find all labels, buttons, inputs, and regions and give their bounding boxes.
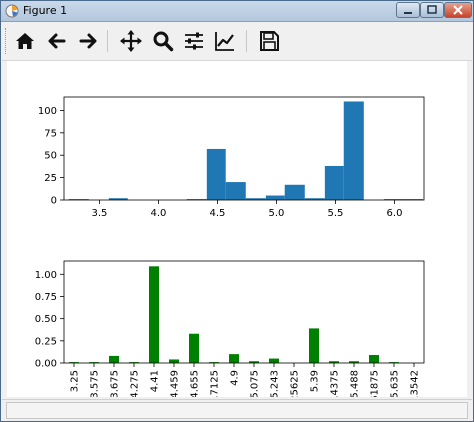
x-tick-label: 25625 (290, 370, 301, 397)
toolbar-grip (5, 28, 9, 54)
edit-axis-icon[interactable] (213, 29, 237, 53)
y-tick-label: 75 (44, 128, 57, 139)
x-tick-label: 6.4375 (330, 370, 341, 397)
x-tick-label: 5.075 (250, 370, 261, 397)
x-tick-label: 5.243 (270, 370, 281, 397)
bar (269, 358, 279, 363)
x-tick-label: 5.39 (310, 370, 321, 392)
forward-arrow-icon[interactable] (76, 29, 100, 53)
figure-plots: 3.5 4.0 4.5 5.0 5.5 6.0 0 25 50 75 100 0.00 0.25 0.50… (35, 96, 425, 405)
home-icon[interactable] (13, 29, 37, 53)
close-icon (453, 5, 463, 15)
x-tick-label: 5.488 (350, 370, 361, 397)
histogram-bar (284, 184, 305, 200)
bar-chart-axes: 0.00 0.25 0.50 0.75 1.00 3.25 3.575 3.675 4.275 4… (35, 260, 425, 405)
y-tick-label: 0.25 (35, 336, 57, 347)
figure-window: Figure 1 3.5 4.0 4.5 5.0 5.5 6.0 0 25 50… (0, 0, 474, 422)
histogram-bar (324, 165, 344, 200)
y-tick-label: 100 (38, 106, 57, 117)
bar (309, 328, 319, 363)
y-tick-label: 0.50 (35, 314, 57, 325)
x-tick-label: 3.575 (90, 370, 101, 397)
status-bar (2, 399, 472, 421)
back-arrow-icon[interactable] (45, 29, 69, 53)
bar (149, 266, 159, 363)
x-tick-label: 4.5 (209, 208, 225, 219)
toolbar-separator (107, 30, 108, 52)
window-title: Figure 1 (23, 4, 68, 17)
x-tick-label: 3.25 (70, 370, 81, 392)
maximize-icon (427, 5, 437, 14)
y-tick-label: 0.75 (35, 292, 57, 303)
zoom-icon[interactable] (151, 29, 175, 53)
x-tick-label: 5.0 (269, 208, 285, 219)
minimize-icon (404, 12, 412, 14)
y-tick-label: 0 (51, 196, 57, 207)
save-icon[interactable] (257, 29, 281, 53)
x-tick-label: 4.9 (230, 370, 241, 386)
bar (229, 354, 239, 363)
x-tick-label: 4.655 (190, 370, 201, 397)
title-bar[interactable]: Figure 1 (1, 1, 473, 22)
x-tick-label: 4.275 (130, 370, 141, 397)
toolbar (2, 22, 472, 61)
minimize-button[interactable] (396, 2, 420, 18)
histogram-bar (265, 195, 285, 200)
maximize-button[interactable] (420, 2, 444, 18)
x-tick-label: 4.41 (150, 370, 161, 392)
bar (189, 333, 199, 363)
histogram-axes: 3.5 4.0 4.5 5.0 5.5 6.0 0 25 50 75 100 (38, 96, 425, 219)
status-message-field (6, 402, 468, 419)
bar (109, 355, 119, 363)
x-tick-label: 13542 (410, 370, 421, 397)
y-tick-label: 0.00 (35, 359, 57, 370)
subplots-config-icon[interactable] (182, 29, 206, 53)
bar (369, 355, 379, 363)
histogram-bar (225, 182, 246, 200)
x-tick-label: 61875 (370, 370, 381, 397)
x-tick-label: 3.675 (110, 370, 121, 397)
x-tick-label: 3.5 (91, 208, 107, 219)
x-tick-label: 5.5 (328, 208, 344, 219)
pan-icon[interactable] (119, 29, 143, 53)
app-icon (5, 4, 19, 18)
x-tick-label: 5.635 (390, 370, 401, 397)
y-tick-label: 25 (44, 173, 57, 184)
x-tick-label: 6.0 (387, 208, 403, 219)
bar-chart-axes-frame (63, 260, 425, 364)
toolbar-separator (246, 30, 247, 52)
bar (169, 359, 179, 363)
histogram-bar (343, 101, 364, 200)
x-tick-label: 4.7125 (210, 370, 221, 397)
close-button[interactable] (444, 2, 472, 18)
x-tick-label: 4.459 (170, 370, 181, 397)
x-tick-label: 4.0 (150, 208, 166, 219)
figure-canvas[interactable]: 3.5 4.0 4.5 5.0 5.5 6.0 0 25 50 75 100 0.00 0.25 0.50… (7, 61, 467, 405)
y-tick-label: 1.00 (35, 270, 57, 281)
y-tick-label: 50 (44, 151, 57, 162)
histogram-bar (206, 148, 226, 200)
